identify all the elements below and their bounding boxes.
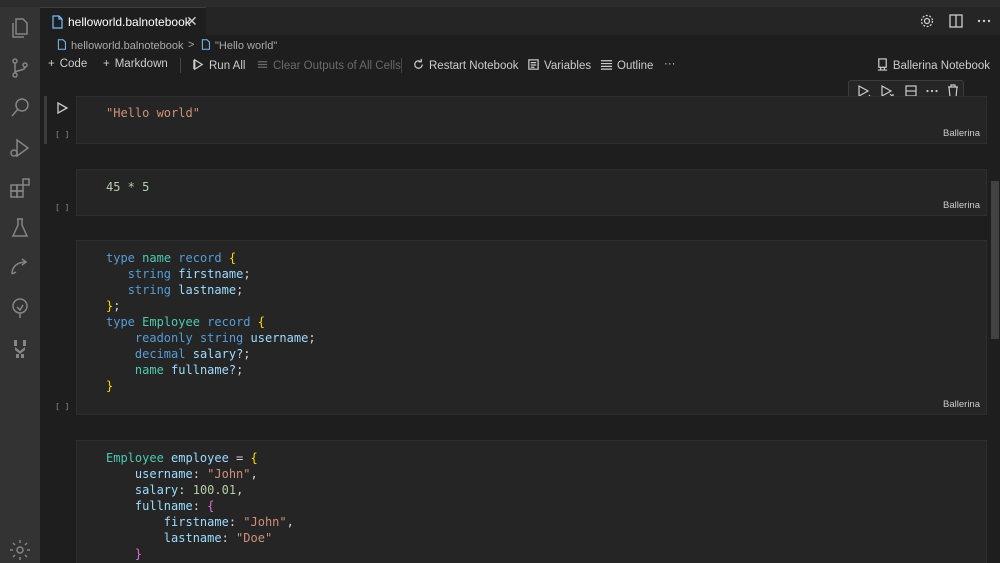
tab-helloworld[interactable]: helloworld.balnotebook ✕ [40, 7, 206, 35]
tab-label: helloworld.balnotebook [68, 15, 191, 29]
cell-editor[interactable]: Employee employee = { username: "John", … [106, 450, 294, 562]
notebook-file-icon [57, 39, 66, 50]
explorer-icon[interactable] [8, 16, 32, 40]
run-all-button[interactable]: Run All [192, 58, 245, 72]
scrollbar-thumb[interactable] [991, 181, 999, 339]
kernel-picker[interactable]: Ballerina Notebook [876, 58, 990, 72]
cell-focus-indicator [44, 96, 47, 144]
variables-button[interactable]: Variables [527, 58, 591, 72]
title-strip [0, 0, 1000, 7]
cell-language-label[interactable]: Ballerina [943, 128, 980, 139]
cell-editor[interactable]: type name record { string firstname; str… [106, 250, 316, 394]
split-editor-icon[interactable] [948, 13, 964, 29]
execution-count: [ ] [55, 130, 70, 139]
code-cell[interactable]: "Hello world" Ballerina [76, 96, 987, 144]
cell-language-label[interactable]: Ballerina [943, 200, 980, 211]
toolbar-divider [180, 58, 181, 73]
cell-language-label[interactable]: Ballerina [943, 399, 980, 410]
ballerina-icon[interactable] [8, 336, 32, 360]
plus-icon: + [103, 58, 110, 70]
notebook-toolbar: + Code + Markdown Run All Clear Outputs of… [40, 55, 1000, 77]
search-icon[interactable] [8, 96, 32, 120]
code-cell[interactable]: Employee employee = { username: "John", … [76, 440, 987, 563]
code-cell[interactable]: type name record { string firstname; str… [76, 240, 987, 415]
run-cell-icon[interactable] [55, 101, 69, 115]
settings-icon[interactable] [919, 13, 935, 29]
breadcrumb-cell[interactable]: "Hello world" [200, 39, 277, 52]
kernel-icon [877, 58, 887, 71]
outline-icon [600, 60, 613, 70]
add-markdown-cell-button[interactable]: + Markdown [103, 58, 168, 70]
plus-icon: + [48, 58, 55, 70]
testing-icon[interactable] [8, 216, 32, 240]
more-actions-icon[interactable] [976, 13, 992, 29]
toolbar-divider [401, 58, 402, 73]
toolbar-more-button[interactable]: ··· [664, 58, 676, 70]
cell-editor[interactable]: "Hello world" [106, 105, 200, 121]
restart-icon [414, 58, 423, 69]
run-debug-icon[interactable] [8, 136, 32, 160]
tree-icon[interactable] [8, 296, 32, 320]
cell-icon [201, 39, 210, 50]
notebook-file-icon [50, 15, 64, 29]
add-code-cell-button[interactable]: + Code [48, 58, 87, 70]
clear-all-icon [257, 61, 268, 68]
execution-count: [ ] [55, 402, 70, 411]
extensions-icon[interactable] [8, 176, 32, 200]
clear-outputs-button[interactable]: Clear Outputs of All Cells [256, 58, 401, 72]
breadcrumb-separator: > [188, 39, 195, 51]
outline-button[interactable]: Outline [600, 58, 653, 72]
remote-icon[interactable] [8, 256, 32, 280]
settings-gear-icon[interactable] [8, 538, 32, 562]
breadcrumb-file[interactable]: helloworld.balnotebook [56, 39, 184, 52]
restart-notebook-button[interactable]: Restart Notebook [412, 58, 519, 72]
editor-tab-bar: helloworld.balnotebook ✕ [40, 7, 1000, 35]
cell-editor[interactable]: 45 * 5 [106, 179, 149, 195]
breadcrumb: helloworld.balnotebook > "Hello world" [40, 35, 1000, 55]
tabbar-actions [911, 13, 992, 34]
source-control-icon[interactable] [8, 56, 32, 80]
activity-bar [0, 7, 40, 563]
variables-icon [528, 59, 539, 70]
execution-count: [ ] [55, 203, 70, 212]
run-all-icon [193, 58, 204, 71]
editor-scrollbar[interactable] [990, 77, 1000, 563]
close-tab-icon[interactable]: ✕ [186, 13, 198, 30]
code-cell[interactable]: 45 * 5 Ballerina [76, 169, 987, 216]
